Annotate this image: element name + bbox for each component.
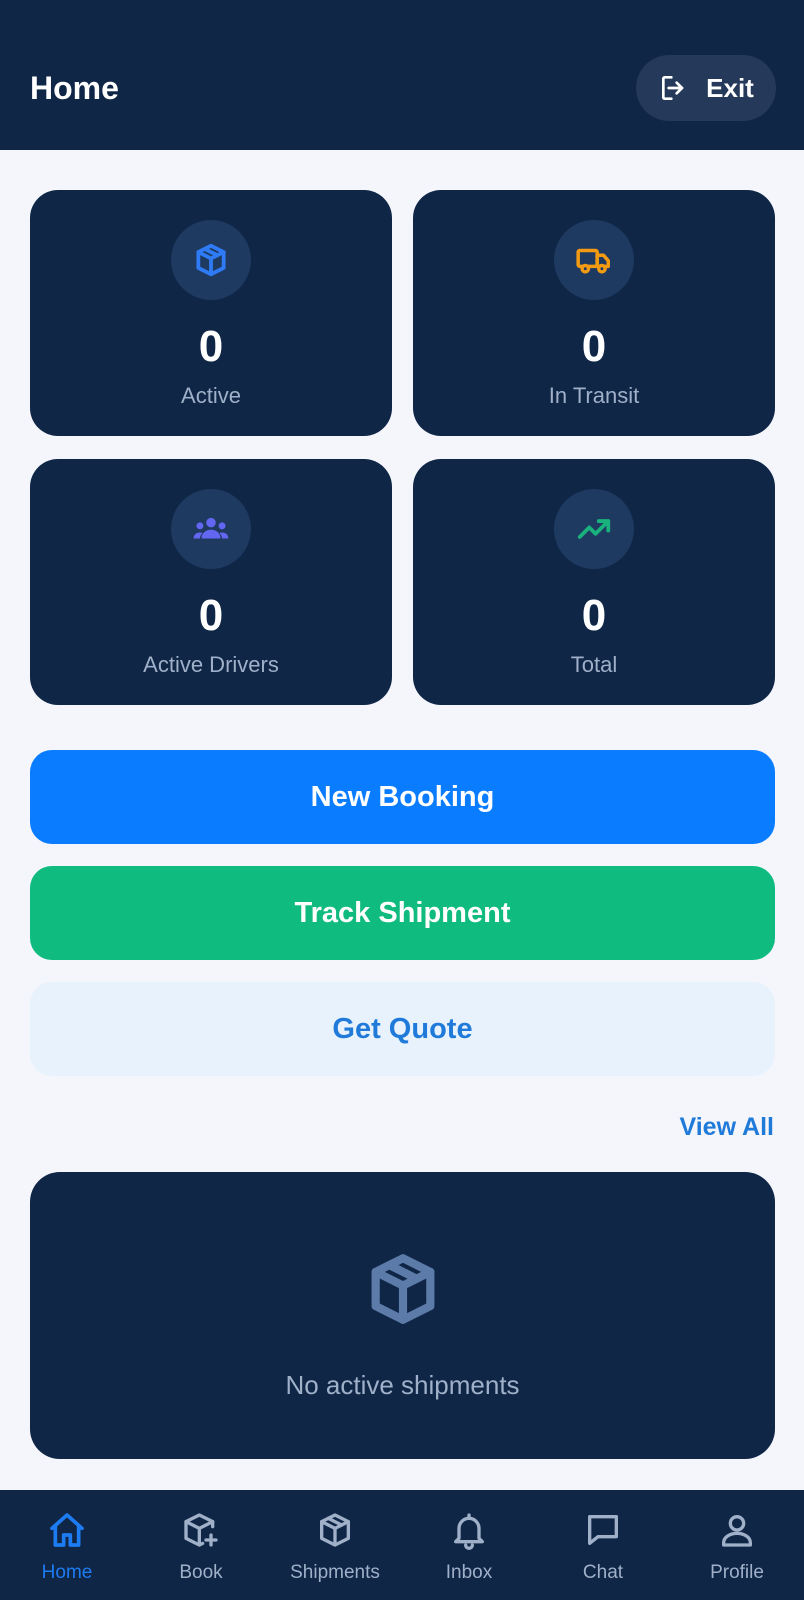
package-icon: [320, 1513, 350, 1547]
stat-label: Active Drivers: [143, 652, 279, 677]
bottom-nav: Home Book Shipments Inbox Chat Profile: [0, 1490, 804, 1600]
home-icon: [50, 1513, 84, 1547]
stat-value: 0: [198, 591, 224, 640]
nav-item-inbox[interactable]: Inbox: [402, 1490, 536, 1600]
nav-item-book[interactable]: Book: [134, 1490, 268, 1600]
page-title: Home: [30, 70, 119, 106]
trending-up-icon: [577, 519, 611, 539]
truck-icon: [576, 248, 610, 274]
nav-item-shipments[interactable]: Shipments: [268, 1490, 402, 1600]
chat-icon: [588, 1515, 618, 1545]
stat-icon-circle: [554, 489, 634, 569]
nav-label: Book: [179, 1562, 223, 1583]
package-icon: [196, 243, 226, 277]
stat-value: 0: [581, 322, 607, 371]
nav-item-home[interactable]: Home: [0, 1490, 134, 1600]
view-all-link[interactable]: View All: [680, 1110, 774, 1144]
stat-label: Total: [570, 652, 618, 677]
user-icon: [722, 1515, 752, 1547]
nav-item-chat[interactable]: Chat: [536, 1490, 670, 1600]
package-plus-icon: [184, 1513, 218, 1547]
stat-card-active-drivers: 0 Active Drivers: [30, 459, 392, 705]
top-header: Home Exit: [0, 0, 804, 150]
stat-value: 0: [198, 322, 224, 371]
empty-shipments-card: No active shipments: [30, 1172, 775, 1459]
bell-icon: [454, 1513, 484, 1550]
stat-label: In Transit: [548, 383, 640, 408]
track-shipment-button[interactable]: Track Shipment: [30, 866, 775, 960]
empty-state-text: No active shipments: [285, 1370, 520, 1400]
nav-label: Shipments: [290, 1562, 380, 1583]
stat-value: 0: [581, 591, 607, 640]
users-icon: [193, 517, 229, 539]
stat-card-total: 0 Total: [413, 459, 775, 705]
nav-label: Home: [41, 1562, 93, 1583]
stat-card-active: 0 Active: [30, 190, 392, 436]
nav-label: Inbox: [445, 1562, 493, 1583]
new-booking-button[interactable]: New Booking: [30, 750, 775, 844]
nav-label: Chat: [582, 1562, 624, 1583]
nav-item-profile[interactable]: Profile: [670, 1490, 804, 1600]
stat-icon-circle: [171, 489, 251, 569]
logout-icon: [662, 76, 684, 100]
stat-card-in-transit: 0 In Transit: [413, 190, 775, 436]
exit-label: Exit: [706, 72, 754, 103]
get-quote-button[interactable]: Get Quote: [30, 982, 775, 1076]
stat-icon-circle: [171, 220, 251, 300]
stat-icon-circle: [554, 220, 634, 300]
stat-label: Active: [181, 383, 241, 408]
package-icon: [371, 1254, 435, 1324]
exit-button[interactable]: Exit: [636, 55, 776, 121]
nav-label: Profile: [710, 1562, 764, 1583]
